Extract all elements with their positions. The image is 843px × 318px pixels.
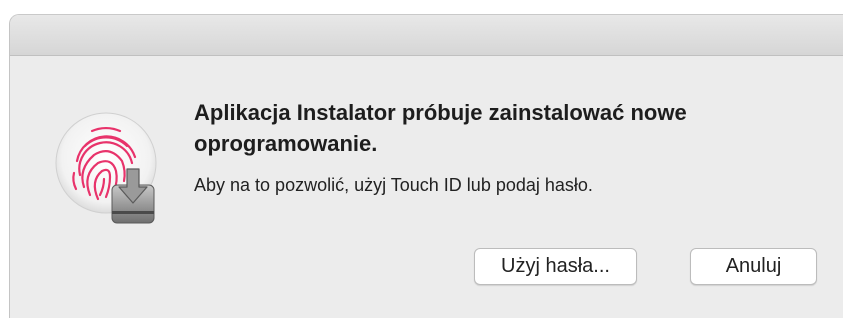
dialog-message: Aby na to pozwolić, użyj Touch ID lub po…: [194, 175, 593, 195]
installer-auth-dialog: Aplikacja Instalator próbuje zainstalowa…: [9, 14, 843, 318]
touch-id-icon: [54, 111, 166, 227]
window-titlebar: [10, 15, 843, 56]
dialog-title: Aplikacja Instalator próbuje zainstalowa…: [194, 100, 687, 156]
use-password-button[interactable]: Użyj hasła...: [474, 248, 637, 285]
cancel-button[interactable]: Anuluj: [690, 248, 817, 285]
